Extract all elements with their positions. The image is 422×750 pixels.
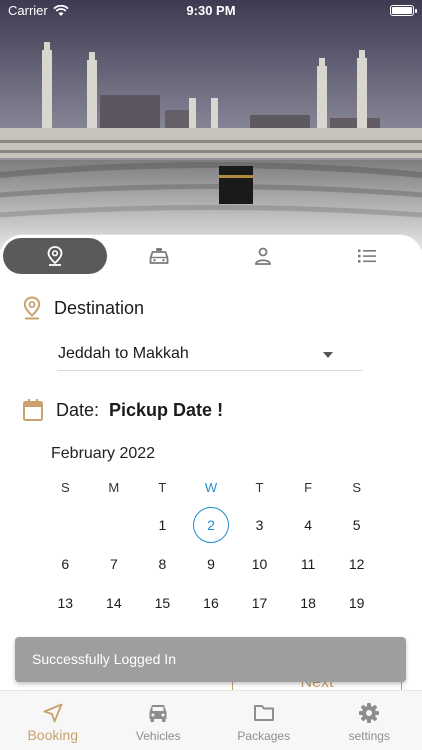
pickup-date-value: Pickup Date ! bbox=[109, 399, 224, 420]
gear-icon bbox=[359, 703, 380, 723]
tab-destination[interactable] bbox=[3, 237, 107, 274]
taxi-icon bbox=[149, 247, 169, 264]
calendar-grid: 1 2 3 4 5 6 7 8 9 10 11 12 13 14 15 16 1… bbox=[41, 505, 381, 622]
status-time: 9:30 PM bbox=[186, 3, 236, 18]
calendar-day-empty bbox=[41, 505, 90, 544]
weekday-sunday: S bbox=[60, 480, 70, 495]
folder-icon bbox=[253, 705, 274, 721]
calendar-day[interactable]: 3 bbox=[235, 505, 284, 544]
destination-label: Destination bbox=[54, 297, 145, 318]
destination-value: Jeddah to Makkah bbox=[58, 345, 189, 362]
nav-booking[interactable]: Booking bbox=[0, 691, 106, 750]
weekday-thursday: T bbox=[255, 480, 264, 495]
weekday-wednesday: W bbox=[204, 480, 218, 495]
car-icon bbox=[149, 705, 167, 722]
destination-heading: Destination bbox=[22, 296, 144, 320]
calendar-day[interactable]: 19 bbox=[332, 583, 381, 622]
status-bar: Carrier 9:30 PM bbox=[0, 0, 422, 22]
battery-icon bbox=[390, 5, 417, 16]
calendar-weekdays: S M T W T F S bbox=[41, 480, 381, 495]
calendar-week: 13 14 15 16 17 18 19 bbox=[41, 583, 381, 622]
navigation-arrow-icon bbox=[43, 703, 63, 723]
list-icon bbox=[358, 249, 376, 262]
nav-settings[interactable]: settings bbox=[317, 691, 422, 750]
calendar-day[interactable]: 6 bbox=[41, 544, 90, 583]
toast-notification: Successfully Logged In bbox=[15, 637, 406, 682]
destination-select[interactable]: Jeddah to Makkah bbox=[57, 340, 363, 371]
date-label: Date: bbox=[56, 399, 100, 420]
calendar-day[interactable]: 14 bbox=[90, 583, 139, 622]
nav-label: Booking bbox=[27, 727, 79, 743]
calendar-week: 1 2 3 4 5 bbox=[41, 505, 381, 544]
nav-label: Vehicles bbox=[135, 729, 181, 743]
location-pin-icon bbox=[23, 296, 41, 320]
calendar-day[interactable]: 15 bbox=[138, 583, 187, 622]
tab-passenger[interactable] bbox=[211, 238, 315, 274]
tab-summary[interactable] bbox=[315, 238, 419, 274]
calendar-day[interactable]: 16 bbox=[187, 583, 236, 622]
toast-message: Successfully Logged In bbox=[32, 651, 176, 667]
nav-vehicles[interactable]: Vehicles bbox=[106, 691, 212, 750]
nav-packages[interactable]: Packages bbox=[211, 691, 317, 750]
caret-down-icon bbox=[323, 352, 333, 358]
calendar-day[interactable]: 1 bbox=[138, 505, 187, 544]
calendar-day[interactable]: 18 bbox=[284, 583, 333, 622]
booking-step-tabs bbox=[0, 234, 422, 276]
calendar-day[interactable]: 11 bbox=[284, 544, 333, 583]
date-heading: Date: Pickup Date ! bbox=[22, 398, 223, 422]
weekday-saturday: S bbox=[352, 480, 361, 495]
calendar-day[interactable]: 12 bbox=[332, 544, 381, 583]
location-pin-icon bbox=[47, 245, 63, 266]
weekday-monday: M bbox=[108, 480, 120, 495]
calendar-day[interactable]: 13 bbox=[41, 583, 90, 622]
calendar-day[interactable]: 4 bbox=[284, 505, 333, 544]
calendar-day[interactable]: 9 bbox=[187, 544, 236, 583]
calendar-day-today[interactable]: 2 bbox=[187, 505, 236, 544]
nav-label: Packages bbox=[237, 729, 291, 743]
calendar-day[interactable]: 10 bbox=[235, 544, 284, 583]
calendar-day[interactable]: 8 bbox=[138, 544, 187, 583]
nav-label: settings bbox=[348, 729, 390, 743]
calendar-day-empty bbox=[90, 505, 139, 544]
weekday-tuesday: T bbox=[158, 480, 167, 495]
calendar-day[interactable]: 5 bbox=[332, 505, 381, 544]
calendar-month-title: February 2022 bbox=[51, 445, 156, 462]
bottom-tab-bar: Booking Vehicles Packages settings bbox=[0, 690, 422, 750]
calendar-week: 6 7 8 9 10 11 12 bbox=[41, 544, 381, 583]
calendar-day[interactable]: 17 bbox=[235, 583, 284, 622]
person-icon bbox=[255, 247, 271, 265]
calendar-icon bbox=[23, 399, 43, 421]
tab-vehicle[interactable] bbox=[107, 238, 211, 274]
calendar-day[interactable]: 7 bbox=[90, 544, 139, 583]
weekday-friday: F bbox=[304, 480, 313, 495]
hero-image bbox=[0, 0, 422, 250]
